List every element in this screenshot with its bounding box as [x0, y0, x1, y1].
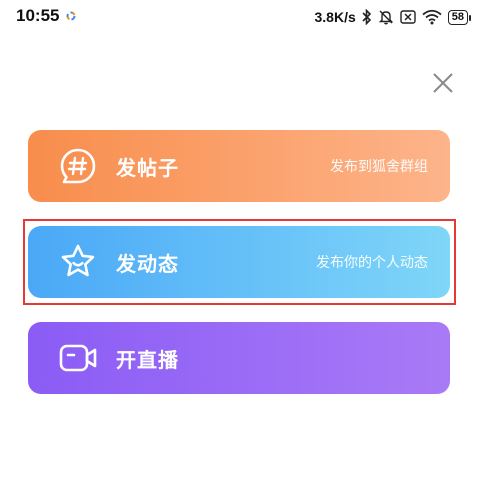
- bluetooth-icon: [362, 9, 371, 25]
- status-icons: 3.8K/s 58: [314, 6, 472, 28]
- card-title: 发帖子: [116, 155, 179, 180]
- start-live-button[interactable]: 开直播: [28, 322, 450, 394]
- post-topic-button[interactable]: 发帖子 发布到狐舍群组: [28, 130, 450, 202]
- star-face-icon: [61, 244, 95, 277]
- post-moment-button[interactable]: 发动态 发布你的个人动态: [28, 226, 450, 298]
- wifi-icon: [422, 9, 442, 25]
- app-notification-icon: [66, 11, 76, 21]
- network-speed: 3.8K/s: [314, 9, 356, 25]
- no-sim-icon: [400, 10, 416, 24]
- card-subtitle: 发布到狐舍群组: [330, 159, 428, 175]
- mute-icon: [378, 10, 393, 25]
- card-title: 发动态: [116, 251, 179, 276]
- close-icon[interactable]: [430, 70, 456, 96]
- video-camera-icon: [59, 344, 97, 372]
- status-bar: 10:55 3.8K/s 58: [0, 0, 480, 34]
- status-time: 10:55: [16, 6, 60, 25]
- hashtag-chat-icon: [60, 148, 96, 184]
- card-title: 开直播: [116, 347, 179, 372]
- card-subtitle: 发布你的个人动态: [316, 255, 428, 271]
- battery-icon: 58: [447, 9, 472, 25]
